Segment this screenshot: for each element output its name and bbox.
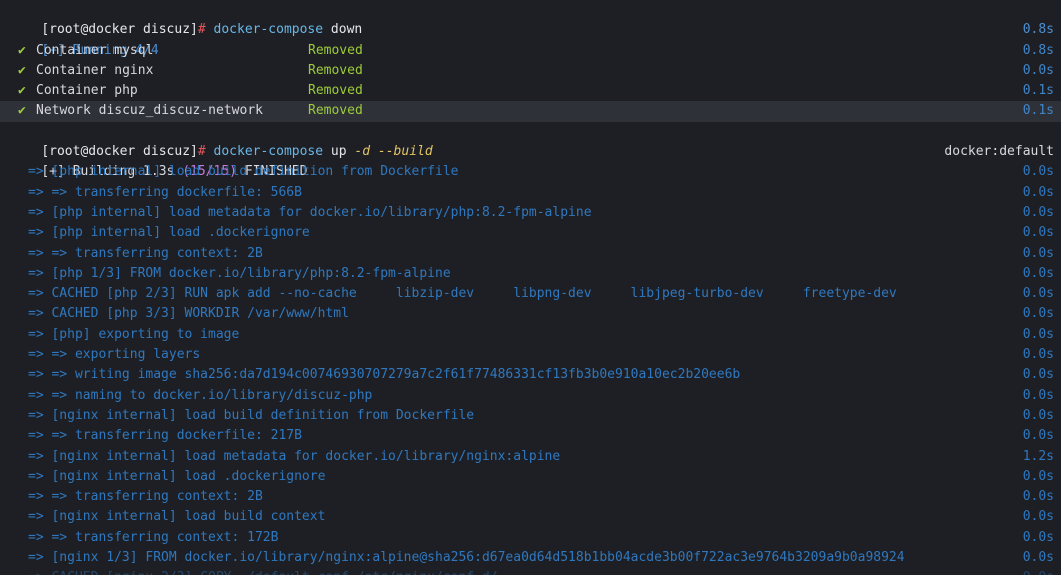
build-step-row: => [php internal] load build definition … — [0, 162, 1061, 182]
build-step-row: => [php internal] load .dockerignore 0.0s — [0, 223, 1061, 243]
build-step-text: => [nginx 1/3] FROM docker.io/library/ng… — [28, 550, 905, 566]
build-step-time: 0.0s — [1022, 347, 1054, 363]
build-step-time: 0.0s — [1022, 550, 1054, 566]
build-step-time: 0.0s — [1022, 367, 1054, 383]
container-row-php: ✔ Container php Removed 0.1s — [0, 81, 1061, 101]
build-step-text: => [php internal] load metadata for dock… — [28, 204, 592, 220]
build-step-text: => => naming to docker.io/library/discuz… — [28, 387, 373, 403]
checkmark-icon: ✔ — [18, 62, 26, 78]
building-status-line: [+] Building 1.3s (15/15) FINISHED docke… — [0, 142, 1061, 179]
build-step-text: => [nginx internal] load build definitio… — [28, 407, 475, 423]
container-status: Removed — [308, 62, 363, 78]
build-step-time: 0.0s — [1022, 245, 1054, 261]
build-step-text: => CACHED [php 3/3] WORKDIR /var/www/htm… — [28, 306, 349, 322]
build-step-time: 0.0s — [1022, 204, 1054, 220]
build-step-text: => [php internal] load .dockerignore — [28, 225, 310, 241]
running-time: 0.8s — [1022, 22, 1054, 38]
network-row-discuz: ✔ Network discuz_discuz-network Removed … — [0, 101, 1061, 122]
build-step-text: => CACHED [php 2/3] RUN apk add --no-cac… — [28, 286, 897, 302]
build-step-text: => [nginx internal] load .dockerignore — [28, 468, 326, 484]
build-step-time: 0.0s — [1022, 387, 1054, 403]
build-step-text: => [php] exporting to image — [28, 326, 240, 342]
build-step-text: => [nginx internal] load metadata for do… — [28, 448, 561, 464]
build-step-time: 1.2s — [1022, 448, 1054, 464]
container-row-nginx: ✔ Container nginx Removed 0.0s — [0, 61, 1061, 81]
container-time: 0.8s — [1022, 42, 1054, 58]
build-step-row: => [nginx 1/3] FROM docker.io/library/ng… — [0, 548, 1061, 568]
build-step-time: 0.0s — [1022, 306, 1054, 322]
build-steps: => [php internal] load build definition … — [0, 162, 1061, 575]
build-context: docker:default — [944, 144, 1054, 160]
prompt-line-compose-up: [root@docker discuz]# docker-compose up … — [0, 122, 1061, 159]
build-step-row: => CACHED [php 3/3] WORKDIR /var/www/htm… — [0, 304, 1061, 324]
build-step-text: => CACHED [nginx 2/3] COPY ./default.con… — [10, 570, 498, 575]
build-step-text: => => transferring dockerfile: 217B — [28, 428, 302, 444]
build-step-time: 0.0s — [1022, 509, 1054, 525]
build-step-time: 0.0s — [1022, 468, 1054, 484]
network-name: Network discuz_discuz-network — [36, 103, 263, 119]
container-status: Removed — [308, 42, 363, 58]
container-status: Removed — [308, 83, 363, 99]
build-step-time: 0.0s — [1022, 286, 1054, 302]
container-time: 0.0s — [1022, 62, 1054, 78]
container-row-mysql: ✔ Container mysql Removed 0.8s — [0, 41, 1061, 61]
build-step-row: => CACHED [nginx 2/3] COPY ./default.con… — [0, 568, 1061, 575]
container-time: 0.1s — [1022, 83, 1054, 99]
terminal-window[interactable]: [root@docker discuz]# docker-compose dow… — [0, 0, 1061, 575]
build-step-text: => => transferring context: 172B — [28, 529, 279, 545]
build-step-row: => [nginx internal] load .dockerignore 0.… — [0, 467, 1061, 487]
prompt-line-compose-down: [root@docker discuz]# docker-compose dow… — [0, 0, 1061, 37]
container-name: Container mysql — [36, 42, 154, 58]
build-step-row: => CACHED [php 2/3] RUN apk add --no-cac… — [0, 284, 1061, 304]
checkmark-icon: ✔ — [18, 42, 26, 58]
build-step-text: => => transferring context: 2B — [28, 245, 263, 261]
build-step-text: => => transferring context: 2B — [28, 489, 263, 505]
container-name: Container nginx — [36, 62, 154, 78]
build-step-time: 0.0s — [1022, 489, 1054, 505]
build-step-text: => => transferring dockerfile: 566B — [28, 184, 302, 200]
build-step-row: => [nginx internal] load build definitio… — [0, 406, 1061, 426]
build-step-row: => => transferring dockerfile: 217B 0.0s — [0, 426, 1061, 446]
build-step-row: => [php internal] load metadata for dock… — [0, 203, 1061, 223]
checkmark-icon: ✔ — [18, 103, 26, 119]
running-status-line: [+] Running 4/4 0.8s — [0, 20, 1061, 57]
container-name: Container php — [36, 83, 138, 99]
build-step-row: => [php] exporting to image 0.0s — [0, 325, 1061, 345]
build-step-time: 0.0s — [1022, 326, 1054, 342]
build-step-time: 0.0s — [1022, 265, 1054, 281]
build-step-row: => => transferring dockerfile: 566B 0.0s — [0, 183, 1061, 203]
build-step-text: => [nginx internal] load build context — [28, 509, 326, 525]
build-step-row: => => transferring context: 2B 0.0s — [0, 244, 1061, 264]
build-step-row: => [php 1/3] FROM docker.io/library/php:… — [0, 264, 1061, 284]
build-step-text: => => writing image sha256:da7d194c00746… — [28, 367, 741, 383]
build-step-row: => => transferring context: 2B 0.0s — [0, 487, 1061, 507]
network-time: 0.1s — [1022, 103, 1054, 119]
build-step-time: 0.0s — [1023, 568, 1054, 575]
build-step-time: 0.0s — [1022, 164, 1054, 180]
build-step-row: => [nginx internal] load metadata for do… — [0, 447, 1061, 467]
build-step-row: => => naming to docker.io/library/discuz… — [0, 386, 1061, 406]
build-step-time: 0.0s — [1022, 407, 1054, 423]
network-status: Removed — [308, 103, 363, 119]
checkmark-icon: ✔ — [18, 83, 26, 99]
build-step-row: => => writing image sha256:da7d194c00746… — [0, 365, 1061, 385]
build-step-text: => [php 1/3] FROM docker.io/library/php:… — [28, 265, 451, 281]
build-step-time: 0.0s — [1022, 529, 1054, 545]
build-step-row: => [nginx internal] load build context 0.… — [0, 507, 1061, 527]
build-step-row: => => exporting layers 0.0s — [0, 345, 1061, 365]
build-step-time: 0.0s — [1022, 225, 1054, 241]
build-step-time: 0.0s — [1022, 184, 1054, 200]
build-step-row: => => transferring context: 172B 0.0s — [0, 528, 1061, 548]
build-step-text: => [php internal] load build definition … — [28, 164, 459, 180]
build-step-time: 0.0s — [1022, 428, 1054, 444]
build-step-text: => => exporting layers — [28, 347, 201, 363]
